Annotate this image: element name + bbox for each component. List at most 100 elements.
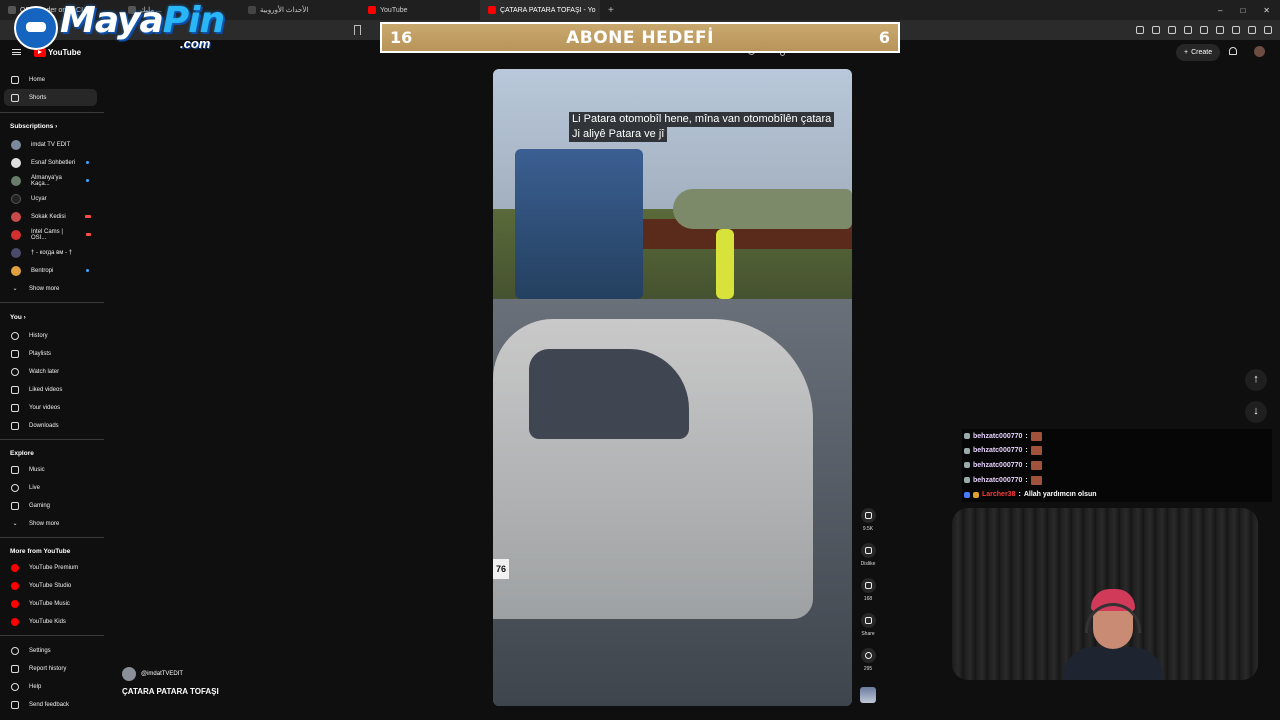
- sidebar-item-watch-later[interactable]: Watch later: [4, 363, 97, 380]
- wallet-icon[interactable]: [1216, 26, 1224, 34]
- sidebar-item-subscription[interactable]: † - когда вм - †: [4, 244, 97, 261]
- sidebar-item-label: Music: [29, 466, 45, 473]
- remix-icon: [864, 652, 872, 659]
- sidebar-item-label: Show more: [29, 285, 60, 292]
- sidebar-item-label: Esnaf Sohbetleri: [31, 159, 76, 166]
- sidebar-item-your-videos[interactable]: Your videos: [4, 399, 97, 416]
- chat-text: Allah yardımcın olsun: [1023, 491, 1097, 499]
- sidebar-item-youtube-kids[interactable]: YouTube Kids: [4, 613, 97, 630]
- sidebar-item-settings[interactable]: Settings: [4, 642, 97, 659]
- settings-icon[interactable]: [1248, 26, 1256, 34]
- video-car-window: [529, 349, 689, 439]
- minimize-button[interactable]: –: [1218, 6, 1222, 15]
- sidebar-item-label: YouTube Music: [29, 600, 70, 607]
- split-view-icon[interactable]: [1200, 26, 1208, 34]
- music-icon: [11, 465, 19, 474]
- remix-button[interactable]: 295: [856, 648, 880, 672]
- chat-message: behzatc000770:: [962, 472, 1272, 488]
- help-icon: [11, 682, 19, 691]
- sidebar-item-shorts[interactable]: Shorts: [4, 89, 97, 106]
- chat-message: behzatc000770:: [962, 458, 1272, 473]
- emote-icon: [1030, 446, 1042, 456]
- bookmark-icon[interactable]: [354, 25, 361, 35]
- chat-badge-icon: [964, 433, 970, 440]
- show-more-subscriptions[interactable]: ⌄ Show more: [4, 280, 97, 297]
- comments-button[interactable]: 168: [856, 578, 880, 602]
- browser-tab-active[interactable]: ÇATARA PATARA TOFAŞI - Yo✕: [480, 0, 600, 20]
- goal-current-number: 16: [390, 28, 413, 47]
- share-button[interactable]: Share: [856, 613, 880, 637]
- sidebar-item-help[interactable]: Help: [4, 678, 97, 695]
- channel-handle[interactable]: @imdatTVEDIT: [141, 671, 183, 677]
- menu-icon[interactable]: [1264, 26, 1272, 34]
- extension-icon[interactable]: [1152, 26, 1160, 34]
- sidebar-item-playlists[interactable]: Playlists: [4, 345, 97, 362]
- channel-info[interactable]: @imdatTVEDIT: [122, 667, 183, 681]
- sidebar-item-gaming[interactable]: Gaming: [4, 497, 97, 514]
- browser-tab[interactable]: YouTube: [360, 0, 480, 20]
- sidebar-item-subscription[interactable]: Ucyar: [4, 190, 97, 207]
- sidebar-item-music[interactable]: Music: [4, 461, 97, 478]
- divider: [0, 112, 104, 113]
- account-avatar[interactable]: [1254, 46, 1265, 57]
- previous-short-button[interactable]: ↑: [1245, 369, 1267, 391]
- channel-avatar: [11, 139, 21, 150]
- sidebar-item-subscription[interactable]: imdat TV EDIT: [4, 136, 97, 153]
- sidebar-item-live[interactable]: Live: [4, 479, 97, 496]
- home-icon: [11, 75, 19, 84]
- maximize-button[interactable]: □: [1240, 6, 1245, 15]
- site-icon: [248, 6, 256, 14]
- sidebar-item-liked-videos[interactable]: Liked videos: [4, 381, 97, 398]
- playlists-icon: [11, 349, 19, 358]
- subscriptions-heading[interactable]: Subscriptions ›: [10, 123, 57, 130]
- sidebar-item-history[interactable]: History: [4, 327, 97, 344]
- youtube-premium-icon: [11, 563, 19, 572]
- show-more-explore[interactable]: ⌄ Show more: [4, 515, 97, 532]
- tab-label: الأحداث الأوروبية: [260, 7, 309, 14]
- comment-count: 168: [863, 596, 873, 602]
- close-window-button[interactable]: ✕: [1263, 6, 1270, 15]
- explore-heading: Explore: [10, 450, 34, 457]
- emote-icon: [1030, 460, 1042, 470]
- sidebar-item-subscription[interactable]: Bentropi: [4, 262, 97, 279]
- shorts-video-player[interactable]: 76 Li Patara otomobîl hene, mîna van oto…: [493, 69, 852, 706]
- sidebar-item-send-feedback[interactable]: Send feedback: [4, 696, 97, 713]
- sidebar-item-subscription[interactable]: Intel Cams | OSI...: [4, 226, 97, 243]
- sidebar-item-home[interactable]: Home: [4, 71, 97, 88]
- download-icon: [11, 421, 19, 430]
- tab-label: YouTube: [380, 6, 408, 14]
- dislike-button[interactable]: Dislike: [856, 543, 880, 567]
- music-icon[interactable]: [1168, 26, 1176, 34]
- notifications-bell-icon[interactable]: [1229, 47, 1237, 55]
- sidebar-item-label: Watch later: [29, 368, 60, 375]
- sidebar-item-youtube-music[interactable]: YouTube Music: [4, 595, 97, 612]
- sidebar-item-youtube-studio[interactable]: YouTube Studio: [4, 577, 97, 594]
- chat-message: behzatc000770:: [962, 429, 1272, 444]
- channel-avatar: [11, 229, 21, 240]
- chevron-down-icon: ⌄: [12, 521, 18, 527]
- sidebar-item-report-history[interactable]: Report history: [4, 660, 97, 677]
- sound-thumbnail[interactable]: [860, 687, 876, 703]
- history-icon: [11, 331, 19, 340]
- live-indicator: [85, 233, 91, 236]
- sidebar-item-youtube-premium[interactable]: YouTube Premium: [4, 559, 97, 576]
- like-button[interactable]: 9.5K: [856, 508, 880, 532]
- sidebar-item-downloads[interactable]: Downloads: [4, 417, 97, 434]
- channel-avatar: [11, 247, 21, 258]
- sidebar-item-label: Playlists: [29, 350, 52, 357]
- extension-icon[interactable]: [1136, 26, 1144, 34]
- new-tab-button[interactable]: +: [600, 5, 622, 16]
- youtube-icon: [488, 6, 496, 14]
- sidebar-item-subscription[interactable]: Esnaf Sohbetleri: [4, 154, 97, 171]
- browser-tab[interactable]: الأحداث الأوروبية: [240, 0, 360, 20]
- goal-title: ABONE HEDEFİ: [566, 27, 714, 48]
- shield-icon[interactable]: [1232, 26, 1240, 34]
- sidebar-item-label: imdat TV EDIT: [31, 141, 71, 148]
- next-short-button[interactable]: ↓: [1245, 401, 1267, 423]
- create-button[interactable]: + Create: [1176, 44, 1221, 61]
- video-title: ÇATARA PATARA TOFAŞI: [122, 687, 219, 696]
- sidebar-item-subscription[interactable]: Almanya'ya Kaça...: [4, 172, 97, 189]
- you-heading[interactable]: You ›: [10, 314, 26, 321]
- sidebar-item-subscription[interactable]: Sokak Kedisi: [4, 208, 97, 225]
- sidebar-icon[interactable]: [1184, 26, 1192, 34]
